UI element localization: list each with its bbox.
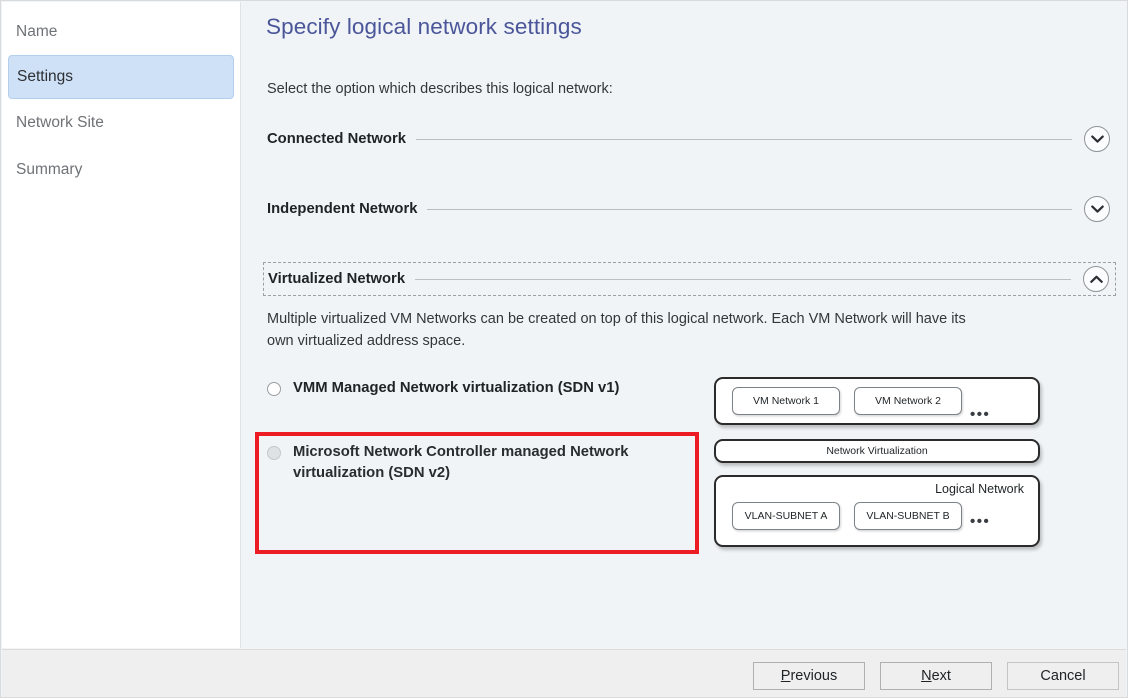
vm-network-box: VM Network 2 (854, 387, 962, 415)
network-virtualization-band: Network Virtualization (714, 439, 1040, 463)
wizard-window: Name Settings Network Site Summary Speci… (0, 0, 1128, 698)
vlan-subnet-box: VLAN-SUBNET B (854, 502, 962, 530)
previous-button-mnemonic: P (780, 668, 791, 684)
section-title: Independent Network (267, 201, 418, 217)
radio-option-sdn-v2[interactable]: Microsoft Network Controller managed Net… (267, 442, 707, 484)
section-divider (415, 138, 1072, 140)
logical-network-caption: Logical Network (935, 482, 1024, 496)
vm-network-box: VM Network 1 (732, 387, 840, 415)
next-button[interactable]: Next (880, 662, 992, 690)
section-divider (415, 278, 1071, 280)
section-connected-network[interactable]: Connected Network (267, 124, 1116, 154)
sidebar-item-name[interactable]: Name (2, 8, 240, 55)
section-title: Connected Network (267, 131, 406, 147)
chevron-down-icon[interactable] (1084, 196, 1110, 222)
sidebar-item-label: Name (16, 23, 58, 40)
next-button-label: ext (931, 668, 951, 684)
vlan-subnet-box: VLAN-SUBNET A (732, 502, 840, 530)
vlan-subnet-row: VLAN-SUBNET A VLAN-SUBNET B ••• (732, 502, 1026, 530)
section-virtualized-network[interactable]: Virtualized Network (263, 262, 1116, 296)
sidebar-item-network-site[interactable]: Network Site (2, 99, 240, 146)
cancel-button[interactable]: Cancel (1007, 662, 1119, 690)
vlan-subnet-ellipsis: ••• (970, 513, 991, 530)
wizard-step-sidebar: Name Settings Network Site Summary (2, 2, 241, 648)
cancel-button-label: Cancel (1040, 668, 1086, 684)
wizard-content-pane: Specify logical network settings Select … (242, 2, 1126, 648)
page-title: Specify logical network settings (266, 14, 582, 39)
chevron-down-icon[interactable] (1084, 126, 1110, 152)
logical-network-container: Logical Network VLAN-SUBNET A VLAN-SUBNE… (714, 475, 1040, 547)
sidebar-item-settings[interactable]: Settings (8, 55, 234, 99)
radio-label-sdn-v2: Microsoft Network Controller managed Net… (293, 444, 629, 481)
chevron-up-icon[interactable] (1083, 266, 1109, 292)
radio-button-sdn-v1[interactable] (267, 382, 281, 396)
wizard-footer: Previous Next Cancel (2, 649, 1126, 697)
section-title: Virtualized Network (268, 271, 406, 287)
section-independent-network[interactable]: Independent Network (267, 194, 1116, 224)
vm-network-ellipsis: ••• (970, 406, 991, 423)
sidebar-item-label: Summary (16, 161, 83, 178)
radio-option-sdn-v1[interactable]: VMM Managed Network virtualization (SDN … (267, 378, 707, 399)
section-divider (427, 208, 1072, 210)
previous-button[interactable]: Previous (753, 662, 865, 690)
network-topology-diagram: VM Network 1 VM Network 2 ••• Network Vi… (714, 377, 1040, 547)
vm-networks-container: VM Network 1 VM Network 2 ••• (714, 377, 1040, 425)
network-virtualization-label: Network Virtualization (826, 445, 928, 457)
instruction-text: Select the option which describes this l… (267, 81, 613, 97)
sidebar-item-label: Settings (17, 68, 74, 85)
previous-button-label: revious (790, 668, 838, 684)
sidebar-item-summary[interactable]: Summary (2, 146, 240, 193)
sidebar-item-label: Network Site (16, 114, 104, 131)
radio-button-sdn-v2[interactable] (267, 446, 281, 460)
virtualized-network-description: Multiple virtualized VM Networks can be … (267, 311, 966, 349)
next-button-mnemonic: N (921, 668, 932, 684)
radio-label-sdn-v1: VMM Managed Network virtualization (SDN … (293, 380, 620, 396)
